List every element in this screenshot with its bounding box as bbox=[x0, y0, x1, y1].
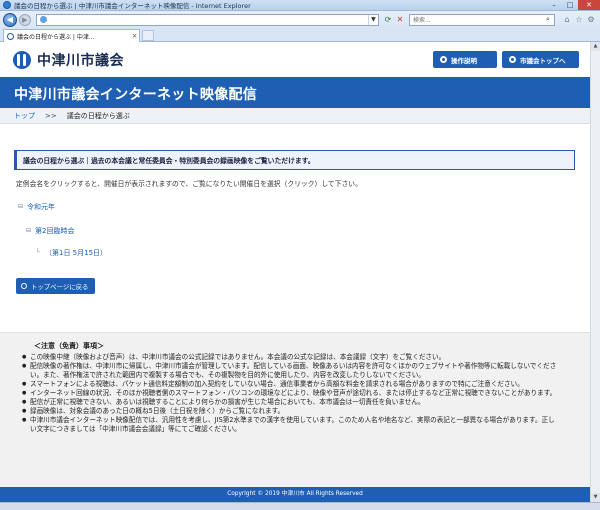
address-dropdown-icon[interactable]: ▼ bbox=[367, 14, 378, 25]
tree-node-era[interactable]: ⊟ 令和元年 bbox=[18, 202, 55, 212]
tree-node-session[interactable]: ⊟ 第2回臨時会 bbox=[26, 226, 74, 236]
new-tab-button[interactable] bbox=[142, 30, 154, 41]
collapse-icon[interactable]: ⊟ bbox=[18, 204, 24, 210]
disclaimer-item: 配信が正常に視聴できない、あるいは視聴することにより何らかの損害が生じた場合にお… bbox=[22, 398, 557, 407]
page-icon bbox=[39, 16, 47, 23]
close-window-button[interactable]: ✕ bbox=[578, 0, 600, 10]
tab-favicon-icon bbox=[7, 32, 14, 40]
home-icon[interactable]: ⌂ bbox=[561, 14, 573, 26]
tab-close-icon[interactable]: × bbox=[130, 32, 139, 40]
disclaimer-item: 中津川市議会インターネット映像配信では、汎用性を考慮し、JIS第2水準までの漢字… bbox=[22, 416, 557, 434]
status-bar bbox=[0, 502, 600, 510]
scroll-down-icon[interactable]: ▼ bbox=[591, 493, 600, 502]
logo-text: 中津川市議会 bbox=[37, 53, 124, 69]
info-icon bbox=[440, 56, 447, 63]
disclaimer-item: 配信映像の著作権は、中津川市に帰属し、中津川市議会が管理しています。配信している… bbox=[22, 362, 557, 380]
address-actions: ⟳ ✕ bbox=[382, 14, 406, 26]
disclaimer-section: ＜注意（免責）事項＞ この映像中継（映像および音声）は、中津川市議会の公式記録で… bbox=[0, 332, 590, 487]
stop-icon[interactable]: ✕ bbox=[394, 14, 406, 26]
disclaimer-item: スマートフォンによる視聴は、パケット通信料定額制の加入契約をしていない場合、通信… bbox=[22, 380, 557, 389]
vertical-scrollbar[interactable]: ▲ ▼ bbox=[590, 42, 600, 502]
favorites-star-icon[interactable]: ☆ bbox=[573, 14, 585, 26]
tree-branch-icon: └ bbox=[36, 249, 40, 256]
browser-tab-strip: 議会の日程から選ぶ | 中津... × bbox=[0, 28, 600, 42]
breadcrumb-separator: >> bbox=[45, 111, 57, 120]
site-logo[interactable]: 中津川市議会 bbox=[13, 50, 124, 70]
back-to-top-button[interactable]: トップページに戻る bbox=[16, 278, 95, 294]
operation-guide-button[interactable]: 操作説明 bbox=[433, 51, 497, 68]
copyright-text: Copyright © 2019 中津川市 All Rights Reserve… bbox=[227, 491, 363, 497]
breadcrumb-home-link[interactable]: トップ bbox=[14, 111, 35, 121]
section-notice: 議会の日程から選ぶ｜過去の本会議と常任委員会・特別委員会の録画映像をご覧いただけ… bbox=[14, 150, 575, 170]
tab-title: 議会の日程から選ぶ | 中津... bbox=[17, 33, 95, 41]
breadcrumb: トップ >> 議会の日程から選ぶ bbox=[0, 108, 590, 124]
tree-day-link[interactable]: （第1日 5月15日） bbox=[45, 248, 107, 258]
minimize-button[interactable]: – bbox=[546, 0, 562, 10]
window-controls: – □ ✕ bbox=[546, 0, 600, 11]
browser-nav-bar: ◀ ▶ ▼ ⟳ ✕ 検索... ⌕ ⌂ ☆ ⚙ bbox=[0, 11, 600, 28]
disclaimer-item: インターネット回線の状況、そのほか視聴者側のスマートフォン・パソコンの環境などに… bbox=[22, 389, 557, 398]
refresh-icon[interactable]: ⟳ bbox=[382, 14, 394, 26]
council-top-label: 市議会トップへ bbox=[520, 56, 566, 65]
browser-tab-active[interactable]: 議会の日程から選ぶ | 中津... × bbox=[3, 29, 140, 42]
tree-node-day[interactable]: └ （第1日 5月15日） bbox=[36, 248, 107, 258]
tree-session-label[interactable]: 第2回臨時会 bbox=[35, 226, 74, 236]
page-viewport: 中津川市議会 操作説明 市議会トップへ 中津川市議会インターネット映像配信 トッ… bbox=[0, 42, 590, 502]
site-header: 中津川市議会 操作説明 市議会トップへ bbox=[0, 42, 590, 76]
back-to-top-label: トップページに戻る bbox=[31, 282, 89, 291]
breadcrumb-current: 議会の日程から選ぶ bbox=[66, 111, 130, 120]
collapse-icon[interactable]: ⊟ bbox=[26, 228, 32, 234]
notice-text: 議会の日程から選ぶ｜過去の本会議と常任委員会・特別委員会の録画映像をご覧いただけ… bbox=[23, 157, 315, 165]
browser-tools: ⌂ ☆ ⚙ bbox=[561, 14, 597, 26]
search-input[interactable]: 検索... bbox=[413, 15, 431, 24]
city-emblem-icon bbox=[13, 51, 31, 69]
address-bar[interactable]: ▼ bbox=[35, 13, 379, 26]
disclaimer-item: 録画映像は、対象会議のあった日の概ね5日後（土日祝を除く）からご覧になれます。 bbox=[22, 407, 557, 416]
forward-arrow-icon[interactable]: ▶ bbox=[18, 13, 31, 26]
instruction-text: 定例会名をクリックすると、開催日が表示されますので、ご覧になりたい開催日を選択（… bbox=[16, 180, 362, 188]
search-icon[interactable]: ⌕ bbox=[542, 15, 554, 24]
operation-guide-label: 操作説明 bbox=[451, 56, 477, 65]
browser-title-bar: 議会の日程から選ぶ | 中津川市議会インターネット映像配信 - Internet… bbox=[0, 0, 600, 11]
disclaimer-item: この映像中継（映像および音声）は、中津川市議会の公式記録ではありません。本会議の… bbox=[22, 353, 557, 362]
council-top-button[interactable]: 市議会トップへ bbox=[502, 51, 579, 68]
gear-icon[interactable]: ⚙ bbox=[585, 14, 597, 26]
disclaimer-title: ＜注意（免責）事項＞ bbox=[34, 342, 104, 350]
return-arrow-icon bbox=[21, 283, 27, 289]
search-box[interactable]: 検索... ⌕ bbox=[408, 13, 555, 26]
site-footer: Copyright © 2019 中津川市 All Rights Reserve… bbox=[0, 487, 590, 502]
arrow-circle-icon bbox=[509, 56, 516, 63]
title-banner: 中津川市議会インターネット映像配信 bbox=[0, 77, 590, 108]
scroll-up-icon[interactable]: ▲ bbox=[591, 42, 600, 51]
back-arrow-icon[interactable]: ◀ bbox=[3, 12, 17, 27]
maximize-button[interactable]: □ bbox=[562, 0, 578, 10]
tree-era-label[interactable]: 令和元年 bbox=[27, 202, 55, 212]
window-title: 議会の日程から選ぶ | 中津川市議会インターネット映像配信 - Internet… bbox=[14, 2, 251, 10]
page-banner-title: 中津川市議会インターネット映像配信 bbox=[14, 87, 258, 103]
disclaimer-list: この映像中継（映像および音声）は、中津川市議会の公式記録ではありません。本会議の… bbox=[22, 353, 557, 434]
ie-logo-icon bbox=[3, 1, 11, 9]
